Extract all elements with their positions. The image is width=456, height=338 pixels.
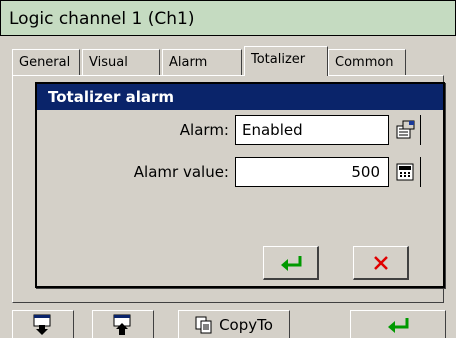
alarm-dropdown-button[interactable]: [388, 115, 420, 145]
tab-label: Alarm: [169, 55, 208, 70]
tab-label: Totalizer: [251, 52, 306, 67]
alarm-value-label: Alamr value:: [133, 163, 229, 181]
tab-alarm[interactable]: Alarm: [162, 49, 242, 75]
move-up-button[interactable]: [92, 310, 154, 338]
copy-to-button[interactable]: CopyTo: [178, 310, 290, 338]
window-title: Logic channel 1 (Ch1): [9, 9, 195, 29]
move-down-icon: [33, 314, 51, 335]
tab-totalizer[interactable]: Totalizer: [244, 46, 328, 76]
dropdown-list-icon: [396, 120, 414, 139]
calculator-icon: [396, 163, 413, 181]
tab-label: General: [19, 55, 71, 70]
dialog-ok-button[interactable]: [263, 246, 319, 280]
move-down-button[interactable]: [12, 310, 74, 338]
enter-arrow-icon: [388, 317, 409, 333]
alarm-value: Enabled: [242, 121, 303, 139]
copy-to-label: CopyTo: [219, 315, 273, 334]
totalizer-alarm-dialog: Totalizer alarm Alarm: Enabled Alamr val…: [35, 82, 445, 288]
enter-arrow-icon: [280, 255, 301, 271]
tab-label: Visual: [89, 55, 128, 70]
move-up-icon: [113, 314, 131, 335]
calculator-button[interactable]: [388, 157, 420, 187]
dialog-cancel-button[interactable]: [353, 246, 409, 280]
dialog-title: Totalizer alarm: [37, 84, 443, 110]
tab-label: Common: [335, 55, 394, 70]
tab-visual[interactable]: Visual: [82, 49, 160, 75]
alarm-value-number: 500: [351, 163, 380, 181]
tab-general[interactable]: General: [12, 49, 80, 75]
copy-icon: [195, 316, 212, 333]
alarm-select[interactable]: Enabled: [235, 115, 421, 145]
tab-common[interactable]: Common: [328, 49, 406, 75]
enter-button[interactable]: [350, 310, 446, 338]
alarm-value-input[interactable]: 500: [235, 157, 421, 187]
close-x-icon: [373, 255, 388, 270]
window-title-bar: Logic channel 1 (Ch1): [0, 0, 456, 36]
alarm-label: Alarm:: [179, 121, 229, 139]
